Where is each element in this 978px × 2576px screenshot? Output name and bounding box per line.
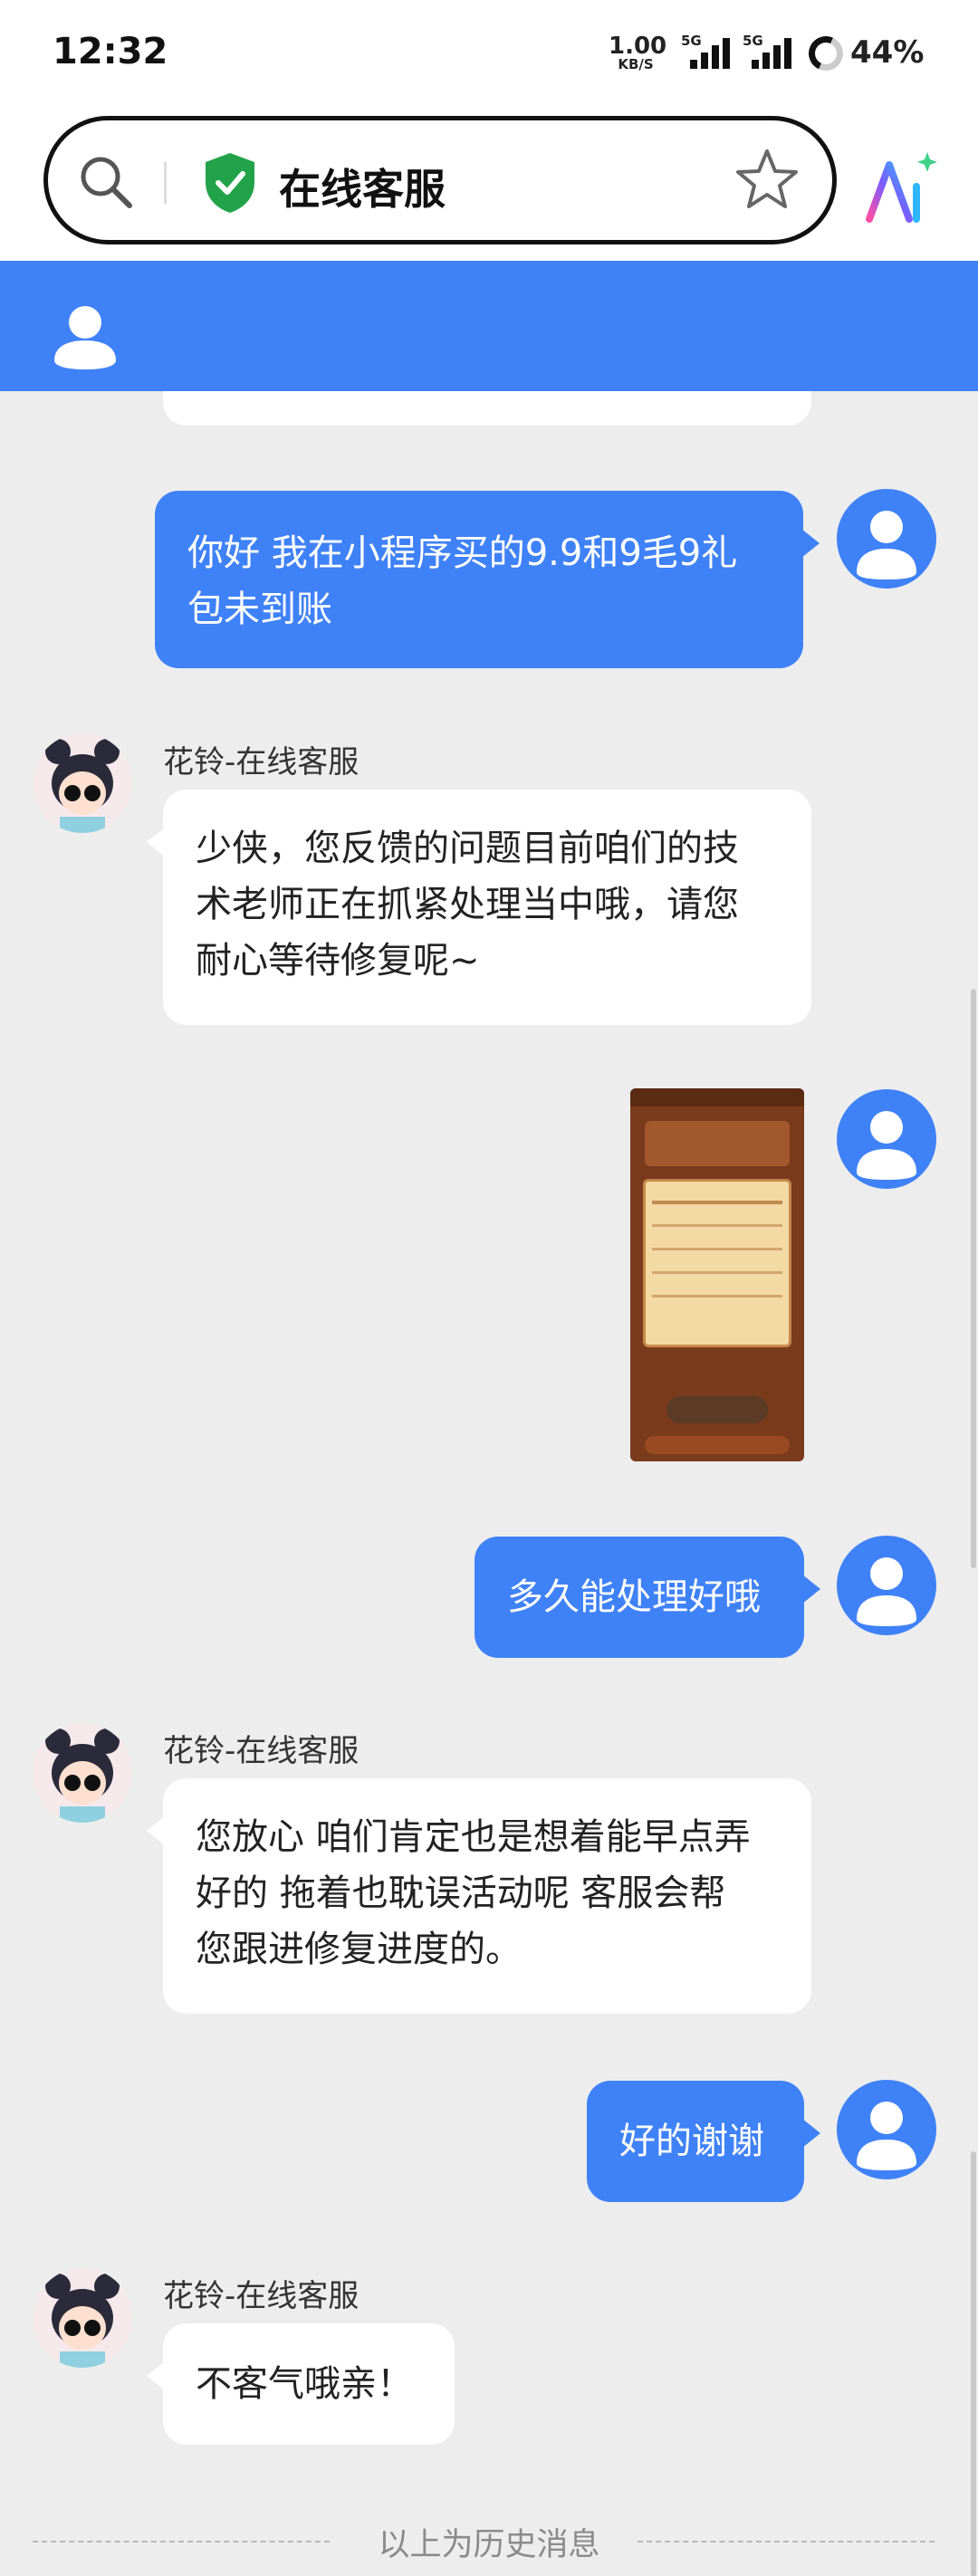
- battery-level: 44%: [850, 34, 925, 71]
- avatar[interactable]: [837, 1089, 936, 1189]
- avatar[interactable]: [837, 1536, 936, 1635]
- message-bubble: 少侠，您反馈的问题目前咱们的技 术老师正在抓紧处理当中哦，请您 耐心等待修复呢~: [147, 790, 811, 1025]
- avatar[interactable]: [33, 2268, 132, 2368]
- avatar[interactable]: [837, 489, 936, 589]
- network-speed: 1.00 KB/S: [609, 33, 667, 72]
- shield-check-icon: [206, 153, 254, 213]
- status-time: 12:32: [53, 31, 168, 72]
- message-bubble: [163, 391, 811, 426]
- status-bar: 12:32 1.00 KB/S 5G 5G 44%: [0, 0, 978, 107]
- agent-avatar-icon: [45, 2274, 120, 2368]
- user-icon: [857, 1111, 916, 1180]
- avatar[interactable]: [837, 2080, 936, 2179]
- history-divider: 以上为历史消息: [0, 2519, 978, 2564]
- agent-avatar-icon: [45, 739, 120, 833]
- user-icon: [857, 511, 916, 579]
- star-icon[interactable]: [733, 146, 801, 215]
- message-bubble: 您放心 咱们肯定也是想着能早点弄 好的 拖着也耽误活动呢 客服会帮 您跟进修复进…: [147, 1778, 811, 2014]
- signal-icon: 5G: [743, 33, 797, 72]
- user-icon: [857, 2102, 916, 2170]
- agent-name: 花铃-在线客服: [163, 744, 360, 780]
- battery-icon: [803, 31, 849, 76]
- browser-header: 在线客服: [0, 107, 978, 261]
- agent-name: 花铃-在线客服: [163, 2278, 360, 2314]
- agent-name: 花铃-在线客服: [163, 1733, 360, 1769]
- signal-icon: 5G: [681, 33, 735, 72]
- user-icon[interactable]: [51, 301, 120, 371]
- page-title: 在线客服: [279, 165, 446, 214]
- scrollbar[interactable]: [971, 989, 976, 1568]
- agent-avatar-icon: [45, 1729, 120, 1823]
- scrollbar[interactable]: [971, 2151, 976, 2576]
- image-message[interactable]: [630, 1088, 804, 1461]
- user-icon: [857, 1557, 916, 1626]
- ai-icon[interactable]: [862, 150, 940, 225]
- avatar[interactable]: [33, 1723, 132, 1823]
- avatar[interactable]: [33, 733, 132, 833]
- message-bubble: 多久能处理好哦: [475, 1537, 820, 1658]
- message-bubble: 你好 我在小程序买的9.9和9毛9礼 包未到账: [155, 491, 820, 668]
- message-bubble: 好的谢谢: [587, 2081, 820, 2202]
- address-bar[interactable]: 在线客服: [43, 116, 837, 244]
- search-icon[interactable]: [77, 153, 135, 211]
- chat-top-bar: [0, 261, 978, 391]
- divider: [164, 162, 167, 204]
- message-bubble: 不客气哦亲！: [147, 2323, 455, 2445]
